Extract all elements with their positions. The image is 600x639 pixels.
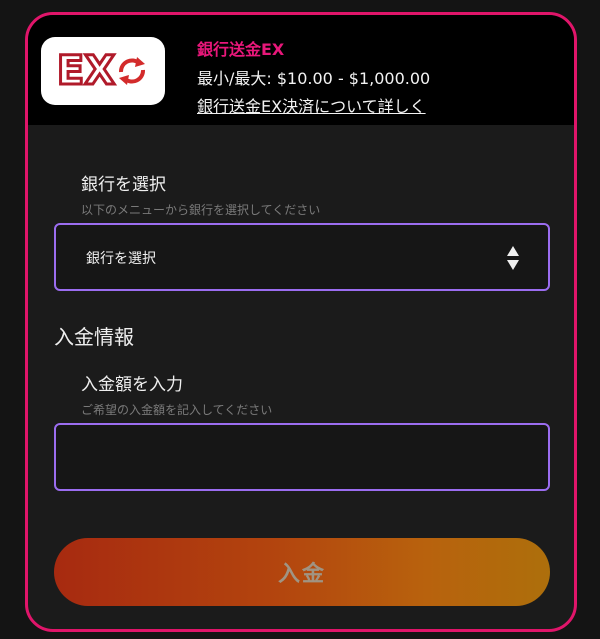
amount-hint: ご希望の入金額を記入してください (81, 403, 273, 417)
provider-info-link[interactable]: 銀行送金EX決済について詳しく (197, 93, 426, 117)
amount-input[interactable] (54, 423, 550, 491)
amount-label: 入金額を入力 (81, 375, 183, 395)
logo-text: EX (55, 48, 116, 94)
provider-name: 銀行送金EX (197, 40, 285, 59)
bank-select[interactable]: 銀行を選択 (54, 223, 550, 291)
provider-logo: EX (41, 37, 165, 105)
payment-card: EX 銀行送金EX 最小/最大: $10.00 - $1,000.00 銀行送金… (25, 12, 577, 632)
bank-select-label: 銀行を選択 (81, 175, 166, 195)
provider-header: EX 銀行送金EX 最小/最大: $10.00 - $1,000.00 銀行送金… (28, 15, 574, 125)
deposit-button-label: 入金 (277, 562, 326, 587)
deposit-info-title: 入金情報 (54, 325, 134, 349)
transfer-arrows-icon (119, 57, 146, 85)
sort-arrows-icon (507, 246, 519, 270)
bank-select-value: 銀行を選択 (86, 251, 156, 267)
bank-select-hint: 以下のメニューから銀行を選択してください (81, 203, 321, 217)
deposit-button[interactable]: 入金 (54, 538, 550, 606)
deposit-limits: 最小/最大: $10.00 - $1,000.00 (197, 69, 431, 88)
